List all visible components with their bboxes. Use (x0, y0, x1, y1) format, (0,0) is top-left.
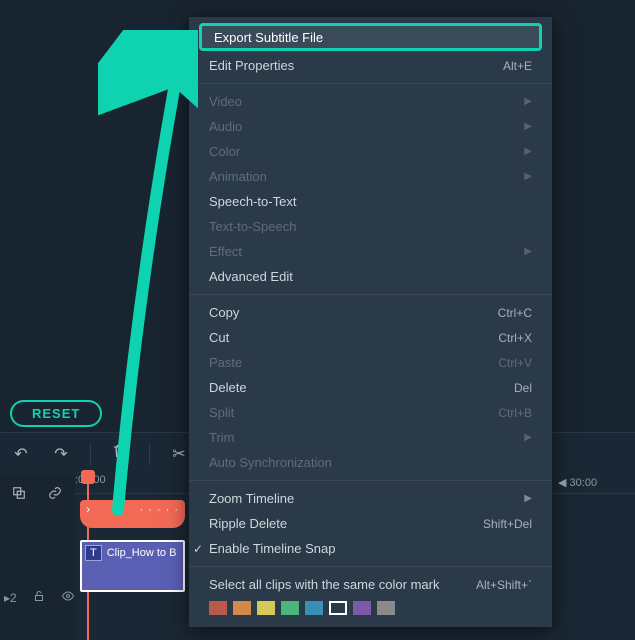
menu-animation: Animation ▶ (189, 164, 552, 189)
menu-zoom-timeline[interactable]: Zoom Timeline ▶ (189, 486, 552, 511)
menu-label: Effect (209, 244, 242, 259)
color-swatch[interactable] (305, 601, 323, 615)
menu-video: Video ▶ (189, 89, 552, 114)
subtitle-clip[interactable]: › · · · · · (80, 500, 185, 528)
menu-cut[interactable]: Cut Ctrl+X (189, 325, 552, 350)
menu-separator (189, 294, 552, 295)
menu-color: Color ▶ (189, 139, 552, 164)
menu-enable-snap[interactable]: ✓ Enable Timeline Snap (189, 536, 552, 561)
menu-shortcut: Ctrl+C (498, 306, 532, 320)
text-clip-label: Clip_How to B (105, 547, 177, 559)
reset-button[interactable]: RESET (10, 400, 102, 427)
clip-dots-icon: · · · · · (139, 504, 179, 516)
menu-label: Zoom Timeline (209, 491, 294, 506)
menu-label: Edit Properties (209, 58, 294, 73)
menu-trim: Trim ▶ (189, 425, 552, 450)
context-menu: Export Subtitle File Edit Properties Alt… (189, 17, 552, 627)
color-swatch[interactable] (209, 601, 227, 615)
menu-separator (189, 566, 552, 567)
menu-auto-sync: Auto Synchronization (189, 450, 552, 475)
menu-label: Enable Timeline Snap (209, 541, 335, 556)
menu-shortcut: Del (514, 381, 532, 395)
menu-label: Text-to-Speech (209, 219, 296, 234)
trash-icon[interactable] (109, 443, 131, 464)
track-collapse-badge[interactable]: ▸2 (4, 591, 17, 605)
menu-label: Copy (209, 305, 239, 320)
chevron-right-icon: › (86, 502, 90, 516)
menu-label: Animation (209, 169, 267, 184)
menu-label: Auto Synchronization (209, 455, 332, 470)
menu-label: Video (209, 94, 242, 109)
menu-label: Ripple Delete (209, 516, 287, 531)
text-clip[interactable]: TClip_How to B (80, 540, 185, 592)
menu-speech-to-text[interactable]: Speech-to-Text (189, 189, 552, 214)
divider (90, 443, 91, 465)
menu-shortcut: Ctrl+V (498, 356, 532, 370)
menu-label: Select all clips with the same color mar… (209, 577, 439, 592)
chevron-right-icon: ▶ (524, 121, 532, 132)
menu-label: Cut (209, 330, 229, 345)
secondary-toolbar (0, 479, 64, 509)
menu-label: Color (209, 144, 240, 159)
menu-ripple-delete[interactable]: Ripple Delete Shift+Del (189, 511, 552, 536)
menu-label: Delete (209, 380, 247, 395)
color-swatch[interactable] (329, 601, 347, 615)
divider (149, 443, 150, 465)
text-clip-badge: T (85, 545, 102, 561)
menu-shortcut: Ctrl+B (498, 406, 532, 420)
timeline-indicator: ◀ 30:00 (558, 476, 597, 489)
layers-icon[interactable] (10, 486, 28, 503)
eye-icon[interactable] (61, 590, 75, 605)
menu-shortcut: Shift+Del (483, 517, 532, 531)
menu-shortcut: Alt+Shift+` (476, 578, 532, 592)
track-row-controls: ▸2 (0, 590, 75, 605)
menu-separator (189, 480, 552, 481)
lock-icon[interactable] (33, 590, 45, 605)
menu-shortcut: Alt+E (503, 59, 532, 73)
chevron-right-icon: ▶ (524, 493, 532, 504)
chevron-right-icon: ▶ (524, 171, 532, 182)
color-swatch[interactable] (281, 601, 299, 615)
chevron-right-icon: ▶ (524, 96, 532, 107)
menu-select-color[interactable]: Select all clips with the same color mar… (189, 572, 552, 597)
menu-advanced-edit[interactable]: Advanced Edit (189, 264, 552, 289)
scissors-icon[interactable]: ✂ (168, 444, 190, 464)
menu-paste: Paste Ctrl+V (189, 350, 552, 375)
undo-icon[interactable]: ↶ (10, 444, 32, 464)
menu-shortcut: Ctrl+X (498, 331, 532, 345)
menu-label: Advanced Edit (209, 269, 293, 284)
chevron-right-icon: ▶ (524, 146, 532, 157)
link-icon[interactable] (46, 486, 64, 503)
color-swatch[interactable] (377, 601, 395, 615)
menu-separator (189, 83, 552, 84)
check-icon: ✓ (193, 542, 203, 556)
menu-label: Speech-to-Text (209, 194, 296, 209)
chevron-right-icon: ▶ (524, 246, 532, 257)
menu-audio: Audio ▶ (189, 114, 552, 139)
color-swatch[interactable] (233, 601, 251, 615)
chevron-right-icon: ▶ (524, 432, 532, 443)
menu-label: Audio (209, 119, 242, 134)
color-swatch-row (189, 597, 552, 623)
redo-icon[interactable]: ↷ (50, 444, 72, 464)
menu-label: Split (209, 405, 234, 420)
menu-label: Trim (209, 430, 235, 445)
menu-effect: Effect ▶ (189, 239, 552, 264)
menu-export-subtitle[interactable]: Export Subtitle File (199, 23, 542, 51)
menu-text-to-speech: Text-to-Speech (189, 214, 552, 239)
menu-split: Split Ctrl+B (189, 400, 552, 425)
menu-label: Paste (209, 355, 242, 370)
color-swatch[interactable] (257, 601, 275, 615)
menu-edit-properties[interactable]: Edit Properties Alt+E (189, 53, 552, 78)
color-swatch[interactable] (353, 601, 371, 615)
menu-delete[interactable]: Delete Del (189, 375, 552, 400)
menu-label: Export Subtitle File (214, 30, 323, 45)
menu-copy[interactable]: Copy Ctrl+C (189, 300, 552, 325)
timeline-tick-end: 30:00 (570, 477, 598, 489)
